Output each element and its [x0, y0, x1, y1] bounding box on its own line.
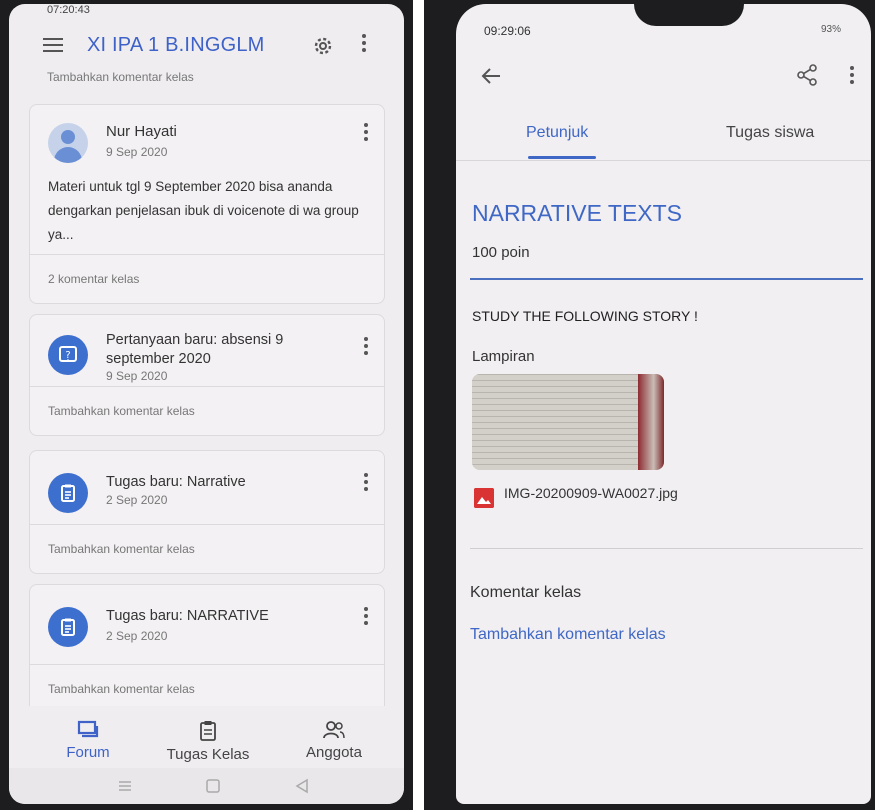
item-date: 2 Sep 2020 [106, 629, 168, 643]
assignment-detail-screen: 09:29:06 93% Petunjuk Tugas siswa NARRAT… [456, 4, 871, 804]
more-options-icon[interactable] [359, 34, 369, 58]
status-time: 07:20:43 [47, 4, 90, 16]
camera-notch [634, 4, 744, 26]
forum-icon [77, 720, 99, 738]
tab-tugas-siswa[interactable]: Tugas siswa [726, 124, 814, 142]
gear-icon[interactable] [311, 34, 335, 58]
assignment-icon [48, 607, 88, 647]
add-class-comment-link[interactable]: Tambahkan komentar kelas [29, 64, 385, 90]
svg-text:?: ? [65, 350, 70, 361]
class-title: XI IPA 1 B.INGGLM [87, 34, 265, 56]
classwork-icon [200, 721, 216, 741]
item-date: 9 Sep 2020 [106, 369, 168, 383]
item-title: Pertanyaan baru: absensi 9 september 202… [106, 332, 284, 367]
back-arrow-icon[interactable] [480, 66, 502, 86]
phone-left: 07:20:43 XI IPA 1 B.INGGLM Tambahkan kom… [0, 0, 413, 810]
system-navigation-bar [9, 768, 404, 804]
assignment-card[interactable]: Tugas baru: Narrative 2 Sep 2020 Tambahk… [29, 450, 385, 574]
section-divider [470, 548, 863, 549]
class-comments-count[interactable]: 2 komentar kelas [30, 254, 384, 303]
home-nav-icon[interactable] [205, 778, 221, 794]
post-text: Materi untuk tgl 9 September 2020 bisa a… [48, 179, 359, 242]
active-tab-indicator [528, 156, 596, 159]
post-author: Nur Hayati [106, 123, 177, 140]
tab-petunjuk[interactable]: Petunjuk [526, 124, 588, 142]
avatar [48, 123, 88, 163]
item-date: 2 Sep 2020 [106, 493, 168, 507]
menu-icon[interactable] [43, 38, 63, 52]
status-time: 09:29:06 [484, 24, 531, 38]
menu-nav-icon[interactable] [117, 780, 133, 792]
title-divider [470, 278, 863, 280]
announcement-card[interactable]: Nur Hayati 9 Sep 2020 Materi untuk tgl 9… [29, 104, 385, 304]
assignment-title: NARRATIVE TEXTS [472, 200, 683, 226]
bottom-navigation: Forum Tugas Kelas Anggota [9, 706, 404, 768]
nav-forum[interactable]: Forum [33, 706, 143, 761]
item-more-icon[interactable] [364, 607, 368, 625]
post-date: 9 Sep 2020 [106, 145, 168, 159]
add-class-comment-link[interactable]: Tambahkan komentar kelas [470, 626, 666, 644]
tabs-divider [456, 160, 871, 161]
attachment-thumbnail[interactable] [472, 374, 664, 470]
nav-forum-label: Forum [66, 744, 110, 761]
image-file-icon [474, 488, 494, 508]
status-bar: 07:20:43 [9, 4, 404, 20]
book-spine [638, 374, 664, 470]
back-nav-icon[interactable] [295, 778, 309, 794]
add-class-comment-link[interactable]: Tambahkan komentar kelas [30, 386, 384, 435]
classroom-stream-screen: 07:20:43 XI IPA 1 B.INGGLM Tambahkan kom… [9, 4, 404, 804]
assignment-card[interactable]: Tugas baru: NARRATIVE 2 Sep 2020 Tambahk… [29, 584, 385, 714]
item-title: Tugas baru: Narrative [106, 474, 246, 490]
assignment-points: 100 poin [472, 244, 530, 261]
phone-right: 09:29:06 93% Petunjuk Tugas siswa NARRAT… [424, 0, 875, 810]
nav-anggota-label: Anggota [306, 744, 362, 761]
status-bar: 09:29:06 93% [456, 4, 871, 38]
item-title: Tugas baru: NARRATIVE [106, 608, 269, 624]
people-icon [323, 721, 345, 739]
question-icon: ? [48, 335, 88, 375]
app-bar: XI IPA 1 B.INGGLM [9, 24, 404, 68]
class-comments-label: Komentar kelas [470, 584, 582, 601]
nav-tugas-label: Tugas Kelas [166, 746, 250, 763]
more-options-icon[interactable] [850, 66, 854, 84]
attachment-file-name[interactable]: IMG-20200909-WA0027.jpg [504, 484, 684, 502]
nav-anggota[interactable]: Anggota [279, 706, 389, 761]
add-class-comment-link[interactable]: Tambahkan komentar kelas [30, 524, 384, 573]
assignment-icon [48, 473, 88, 513]
share-icon[interactable] [796, 64, 818, 86]
question-card[interactable]: ? Pertanyaan baru: absensi 9 september 2… [29, 314, 385, 436]
battery-level: 93% [820, 24, 841, 35]
nav-tugas-kelas[interactable]: Tugas Kelas [153, 706, 263, 763]
item-more-icon[interactable] [364, 337, 368, 355]
item-more-icon[interactable] [364, 473, 368, 491]
attachments-label: Lampiran [472, 348, 535, 365]
assignment-instructions: STUDY THE FOLLOWING STORY ! [472, 308, 698, 324]
page-preview [472, 374, 638, 470]
post-more-icon[interactable] [364, 123, 368, 141]
